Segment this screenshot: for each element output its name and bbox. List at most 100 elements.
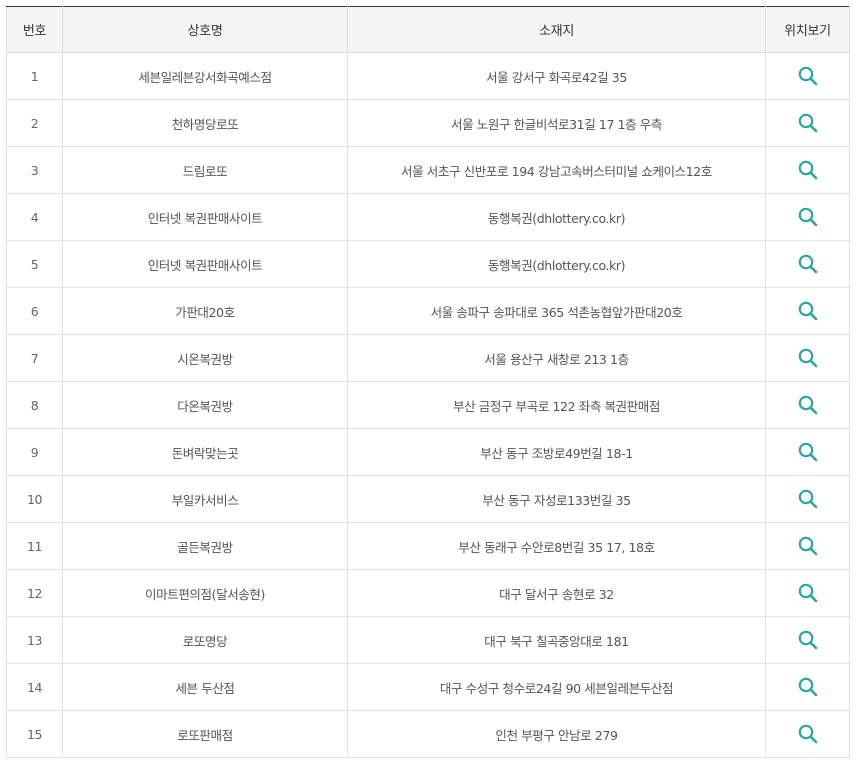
view-location-button[interactable] xyxy=(797,629,819,651)
row-location-cell xyxy=(765,52,850,100)
row-number: 7 xyxy=(6,334,63,382)
row-address: 서울 강서구 화곡로42길 35 xyxy=(347,52,766,100)
row-store-name: 로또판매점 xyxy=(62,710,348,758)
table-row: 13 로또명당 대구 북구 칠곡중앙대로 181 xyxy=(6,616,850,664)
view-location-button[interactable] xyxy=(797,347,819,369)
row-location-cell xyxy=(765,710,850,758)
row-store-name: 로또명당 xyxy=(62,616,348,664)
row-address: 부산 금정구 부곡로 122 좌측 복권판매점 xyxy=(347,381,766,429)
header-address: 소재지 xyxy=(347,6,766,53)
view-location-button[interactable] xyxy=(797,441,819,463)
view-location-button[interactable] xyxy=(797,535,819,557)
row-number: 8 xyxy=(6,381,63,429)
row-store-name: 다온복권방 xyxy=(62,381,348,429)
search-icon xyxy=(798,160,817,180)
row-address: 부산 동래구 수안로8번길 35 17, 18호 xyxy=(347,522,766,570)
header-row: 번호 상호명 소재지 위치보기 xyxy=(6,6,850,53)
row-location-cell xyxy=(765,663,850,711)
table-row: 1 세븐일레븐강서화곡예스점 서울 강서구 화곡로42길 35 xyxy=(6,52,850,100)
row-number: 1 xyxy=(6,52,63,100)
search-icon xyxy=(798,442,817,462)
view-location-button[interactable] xyxy=(797,394,819,416)
search-icon xyxy=(798,113,817,133)
table-row: 14 세븐 두산점 대구 수성구 청수로24길 90 세븐일레븐두산점 xyxy=(6,663,850,711)
view-location-button[interactable] xyxy=(797,112,819,134)
row-number: 11 xyxy=(6,522,63,570)
search-icon xyxy=(798,677,817,697)
header-location: 위치보기 xyxy=(765,6,850,53)
row-location-cell xyxy=(765,99,850,147)
row-address: 서울 노원구 한글비석로31길 17 1층 우측 xyxy=(347,99,766,147)
row-location-cell xyxy=(765,428,850,476)
table-row: 9 돈벼락맞는곳 부산 동구 조방로49번길 18-1 xyxy=(6,428,850,476)
table-row: 6 가판대20호 서울 송파구 송파대로 365 석촌농협앞가판대20호 xyxy=(6,287,850,335)
search-icon xyxy=(798,536,817,556)
search-icon xyxy=(798,207,817,227)
row-location-cell xyxy=(765,240,850,288)
row-number: 3 xyxy=(6,146,63,194)
row-number: 10 xyxy=(6,475,63,523)
search-icon xyxy=(798,348,817,368)
search-icon xyxy=(798,254,817,274)
row-number: 14 xyxy=(6,663,63,711)
table-row: 15 로또판매점 인천 부평구 안남로 279 xyxy=(6,710,850,758)
row-address: 부산 동구 조방로49번길 18-1 xyxy=(347,428,766,476)
row-store-name: 부일카서비스 xyxy=(62,475,348,523)
row-number: 4 xyxy=(6,193,63,241)
view-location-button[interactable] xyxy=(797,300,819,322)
row-store-name: 이마트편의점(달서송현) xyxy=(62,569,348,617)
row-address: 서울 서초구 신반포로 194 강남고속버스터미널 쇼케이스12호 xyxy=(347,146,766,194)
table-row: 11 골든복권방 부산 동래구 수안로8번길 35 17, 18호 xyxy=(6,522,850,570)
row-address: 동행복권(dhlottery.co.kr) xyxy=(347,193,766,241)
row-address: 대구 달서구 송현로 32 xyxy=(347,569,766,617)
row-location-cell xyxy=(765,381,850,429)
view-location-button[interactable] xyxy=(797,723,819,745)
view-location-button[interactable] xyxy=(797,65,819,87)
view-location-button[interactable] xyxy=(797,159,819,181)
row-number: 6 xyxy=(6,287,63,335)
row-store-name: 세븐 두산점 xyxy=(62,663,348,711)
row-number: 9 xyxy=(6,428,63,476)
row-location-cell xyxy=(765,287,850,335)
row-address: 부산 동구 자성로133번길 35 xyxy=(347,475,766,523)
view-location-button[interactable] xyxy=(797,206,819,228)
row-number: 13 xyxy=(6,616,63,664)
search-icon xyxy=(798,395,817,415)
row-location-cell xyxy=(765,193,850,241)
view-location-button[interactable] xyxy=(797,582,819,604)
row-store-name: 세븐일레븐강서화곡예스점 xyxy=(62,52,348,100)
row-number: 2 xyxy=(6,99,63,147)
table-row: 3 드림로또 서울 서초구 신반포로 194 강남고속버스터미널 쇼케이스12호 xyxy=(6,146,850,194)
view-location-button[interactable] xyxy=(797,488,819,510)
row-location-cell xyxy=(765,334,850,382)
search-icon xyxy=(798,583,817,603)
table-header: 번호 상호명 소재지 위치보기 xyxy=(6,6,850,53)
header-number: 번호 xyxy=(6,6,63,53)
table-row: 12 이마트편의점(달서송현) 대구 달서구 송현로 32 xyxy=(6,569,850,617)
row-store-name: 골든복권방 xyxy=(62,522,348,570)
row-location-cell xyxy=(765,616,850,664)
row-address: 인천 부평구 안남로 279 xyxy=(347,710,766,758)
search-icon xyxy=(798,724,817,744)
row-store-name: 인터넷 복권판매사이트 xyxy=(62,240,348,288)
row-store-name: 돈벼락맞는곳 xyxy=(62,428,348,476)
row-number: 15 xyxy=(6,710,63,758)
search-icon xyxy=(798,301,817,321)
row-address: 서울 송파구 송파대로 365 석촌농협앞가판대20호 xyxy=(347,287,766,335)
row-location-cell xyxy=(765,569,850,617)
row-location-cell xyxy=(765,522,850,570)
table-row: 5 인터넷 복권판매사이트 동행복권(dhlottery.co.kr) xyxy=(6,240,850,288)
row-address: 서울 용산구 새창로 213 1층 xyxy=(347,334,766,382)
search-icon xyxy=(798,630,817,650)
row-address: 동행복권(dhlottery.co.kr) xyxy=(347,240,766,288)
row-address: 대구 수성구 청수로24길 90 세븐일레븐두산점 xyxy=(347,663,766,711)
search-icon xyxy=(798,66,817,86)
view-location-button[interactable] xyxy=(797,676,819,698)
row-number: 12 xyxy=(6,569,63,617)
row-address: 대구 북구 칠곡중앙대로 181 xyxy=(347,616,766,664)
store-table: 번호 상호명 소재지 위치보기 1 세븐일레븐강서화곡예스점 서울 강서구 화곡… xyxy=(6,6,850,758)
view-location-button[interactable] xyxy=(797,253,819,275)
row-location-cell xyxy=(765,146,850,194)
table-row: 7 시온복권방 서울 용산구 새창로 213 1층 xyxy=(6,334,850,382)
row-store-name: 인터넷 복권판매사이트 xyxy=(62,193,348,241)
